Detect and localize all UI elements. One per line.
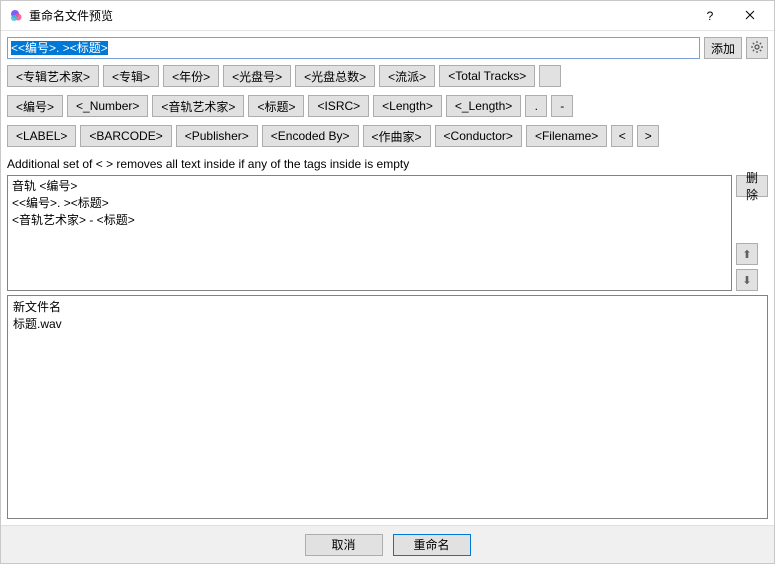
tag-button[interactable]: <ISRC>	[308, 95, 369, 117]
titlebar: 重命名文件预览 ?	[1, 1, 774, 31]
tag-button[interactable]: <_Length>	[446, 95, 521, 117]
add-button[interactable]: 添加	[704, 37, 742, 59]
template-item[interactable]: <<编号>. ><标题>	[12, 195, 727, 212]
gear-icon	[750, 40, 764, 57]
settings-button[interactable]	[746, 37, 768, 59]
tag-button-blank[interactable]	[539, 65, 561, 87]
move-down-button[interactable]: ⬇	[736, 269, 758, 291]
tag-button[interactable]: <	[611, 125, 633, 147]
hint-text: Additional set of < > removes all text i…	[7, 157, 768, 171]
close-icon	[745, 9, 755, 23]
help-button[interactable]: ?	[690, 2, 730, 30]
arrow-down-icon: ⬇	[742, 274, 751, 287]
rename-button[interactable]: 重命名	[393, 534, 471, 556]
tag-button[interactable]: <Filename>	[526, 125, 607, 147]
template-item[interactable]: 音轨 <编号>	[12, 178, 727, 195]
template-item[interactable]: <音轨艺术家> - <标题>	[12, 212, 727, 229]
window-title: 重命名文件预览	[29, 7, 690, 24]
tag-button[interactable]: .	[525, 95, 547, 117]
preview-row[interactable]: 标题.wav	[13, 316, 762, 333]
tag-button-grid: <专辑艺术家><专辑><年份><光盘号><光盘总数><流派><Total Tra…	[7, 65, 768, 151]
tag-button[interactable]: -	[551, 95, 573, 117]
templates-listbox[interactable]: 音轨 <编号><<编号>. ><标题><音轨艺术家> - <标题>	[7, 175, 732, 291]
move-up-button[interactable]: ⬆	[736, 243, 758, 265]
dialog-footer: 取消 重命名	[1, 525, 774, 563]
close-button[interactable]	[730, 2, 770, 30]
tag-button[interactable]: <Length>	[373, 95, 442, 117]
tag-button[interactable]: <编号>	[7, 95, 63, 117]
content-area: <<编号>. ><标题> 添加 <专辑艺术家><专辑><年份><光盘号><光盘总…	[1, 31, 774, 525]
pattern-row: <<编号>. ><标题> 添加	[7, 37, 768, 59]
rename-preview-window: 重命名文件预览 ? <<编号>. ><标题> 添加 <专辑艺术家><专辑><年份…	[0, 0, 775, 564]
preview-header: 新文件名	[13, 299, 762, 316]
pattern-input[interactable]: <<编号>. ><标题>	[7, 37, 700, 59]
tag-button[interactable]: <标题>	[248, 95, 304, 117]
tag-button[interactable]: <专辑>	[103, 65, 159, 87]
tag-button[interactable]: <作曲家>	[363, 125, 431, 147]
tag-button[interactable]: <音轨艺术家>	[152, 95, 244, 117]
templates-row: 音轨 <编号><<编号>. ><标题><音轨艺术家> - <标题> 删除 ⬆ ⬇	[7, 175, 768, 291]
tag-button[interactable]: <专辑艺术家>	[7, 65, 99, 87]
tag-button[interactable]: <Total Tracks>	[439, 65, 535, 87]
tag-button[interactable]: <LABEL>	[7, 125, 76, 147]
tag-button[interactable]: <Encoded By>	[262, 125, 359, 147]
delete-template-button[interactable]: 删除	[736, 175, 768, 197]
tag-button[interactable]: <光盘总数>	[295, 65, 375, 87]
app-icon	[9, 9, 23, 23]
tag-button[interactable]: <年份>	[163, 65, 219, 87]
tag-button[interactable]: <BARCODE>	[80, 125, 171, 147]
arrow-up-icon: ⬆	[742, 248, 751, 261]
tag-button[interactable]: <流派>	[379, 65, 435, 87]
tag-button[interactable]: <光盘号>	[223, 65, 291, 87]
tag-button[interactable]: >	[637, 125, 659, 147]
templates-side-controls: 删除 ⬆ ⬇	[736, 175, 768, 291]
tag-button[interactable]: <Publisher>	[176, 125, 258, 147]
tag-button[interactable]: <Conductor>	[435, 125, 522, 147]
tag-button[interactable]: <_Number>	[67, 95, 148, 117]
preview-listbox[interactable]: 新文件名标题.wav	[7, 295, 768, 519]
cancel-button[interactable]: 取消	[305, 534, 383, 556]
